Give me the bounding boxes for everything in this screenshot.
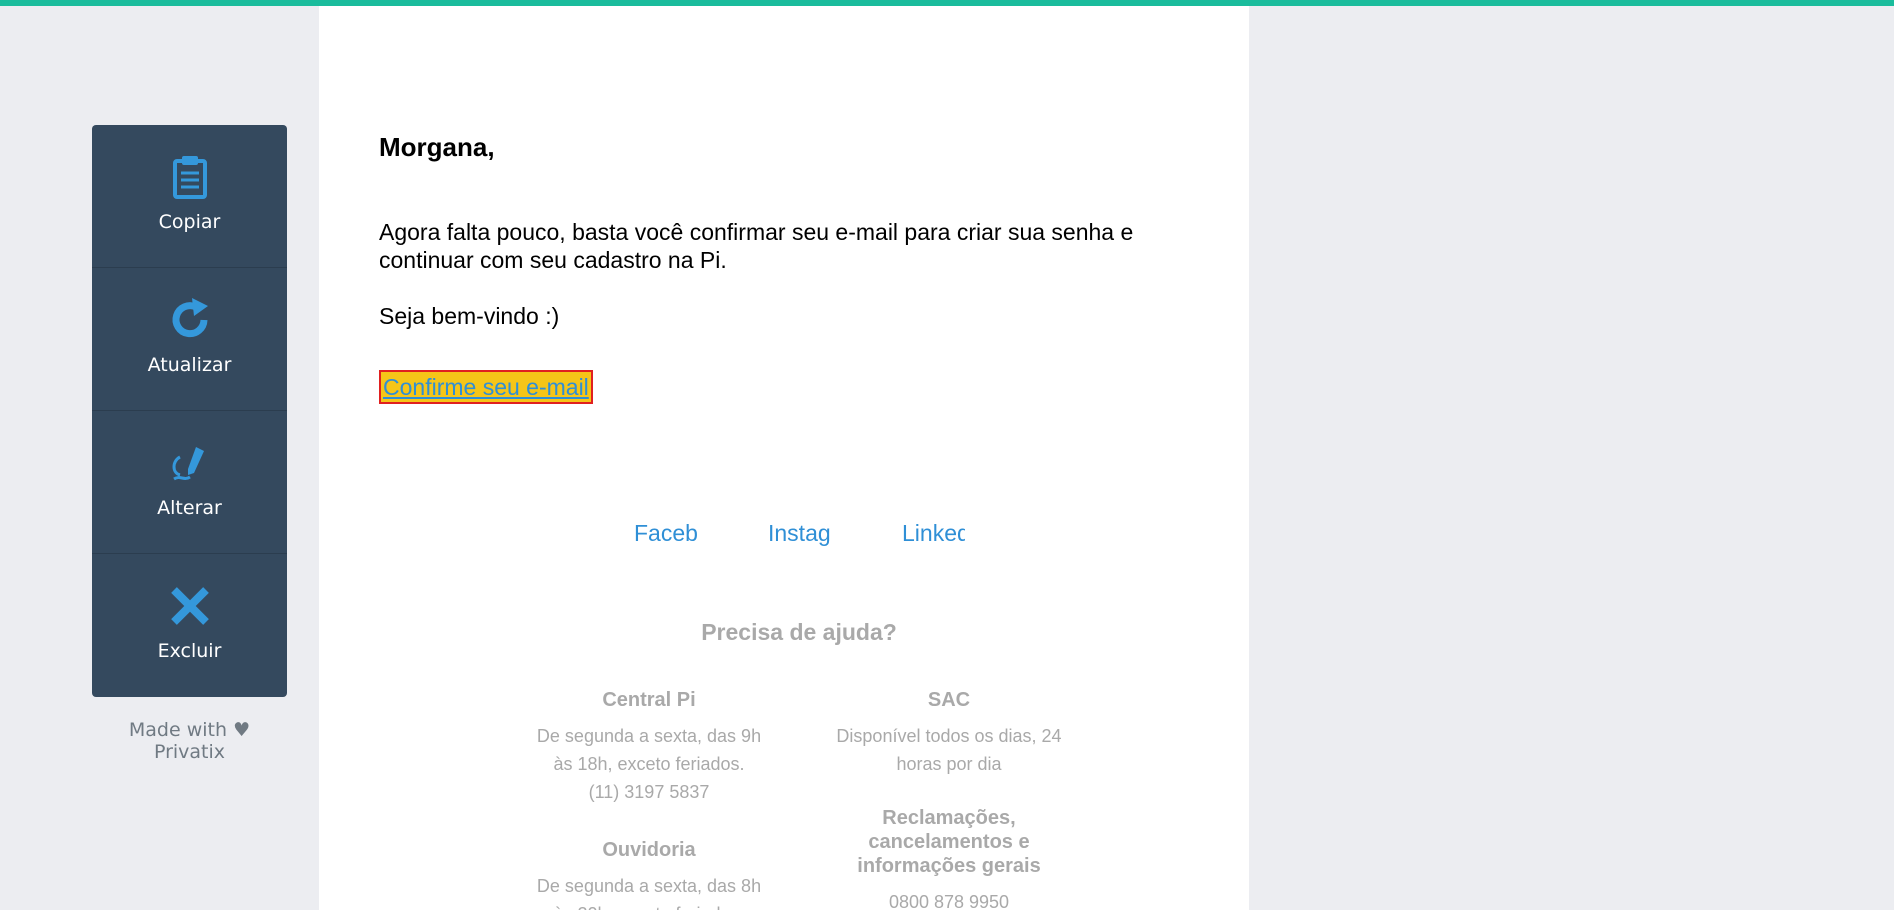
email-content: Morgana, Agora falta pouco, basta você c…	[319, 6, 1249, 910]
central-pi-title: Central Pi	[602, 689, 696, 711]
facebook-link[interactable]: Facebook	[634, 518, 697, 548]
email-greeting: Morgana,	[379, 132, 495, 162]
sac-info: SAC Disponível todos os dias, 24 horas p…	[829, 688, 1069, 778]
copy-label: Copiar	[158, 211, 221, 233]
reclamacoes-title: Reclamações, cancelamentos e informações…	[857, 807, 1041, 877]
refresh-button[interactable]: Atualizar	[92, 268, 287, 411]
edit-pen-icon	[172, 447, 204, 481]
close-x-icon	[170, 587, 209, 625]
refresh-icon	[172, 298, 208, 338]
made-with-credit[interactable]: Made with ♥ Privatix	[92, 719, 287, 763]
sac-hours: Disponível todos os dias, 24 horas por d…	[836, 726, 1062, 774]
delete-label: Excluir	[157, 640, 222, 662]
central-pi-info: Central Pi De segunda a sexta, das 9h às…	[529, 688, 769, 806]
action-sidebar: Copiar Atualizar Alterar Excluir	[92, 125, 287, 697]
instagram-link[interactable]: Instagram	[768, 518, 831, 548]
linkedin-link[interactable]: Linkedin	[902, 518, 965, 548]
welcome-text: Seja bem-vindo :)	[379, 303, 560, 329]
help-title: Precisa de ajuda?	[701, 619, 897, 645]
refresh-label: Atualizar	[147, 354, 232, 376]
delete-button[interactable]: Excluir	[92, 554, 287, 697]
central-pi-hours: De segunda a sexta, das 9h às 18h, excet…	[536, 726, 762, 774]
clipboard-icon	[172, 156, 207, 199]
email-body-text: Agora falta pouco, basta você confirmar …	[379, 219, 1134, 273]
edit-label: Alterar	[157, 497, 222, 519]
reclamacoes-phone: 0800 878 9950	[888, 892, 1010, 910]
reclamacoes-info: Reclamações, cancelamentos e informações…	[829, 806, 1069, 910]
ouvidoria-title: Ouvidoria	[602, 839, 696, 861]
sac-title: SAC	[927, 689, 971, 711]
confirm-email-link[interactable]: Confirme seu e-mail	[379, 370, 593, 404]
central-pi-phone: (11) 3197 5837	[588, 782, 710, 802]
ouvidoria-hours: De segunda a sexta, das 8h às 20h, excet…	[536, 876, 762, 910]
edit-button[interactable]: Alterar	[92, 411, 287, 554]
copy-button[interactable]: Copiar	[92, 125, 287, 268]
ouvidoria-info: Ouvidoria De segunda a sexta, das 8h às …	[529, 838, 769, 910]
